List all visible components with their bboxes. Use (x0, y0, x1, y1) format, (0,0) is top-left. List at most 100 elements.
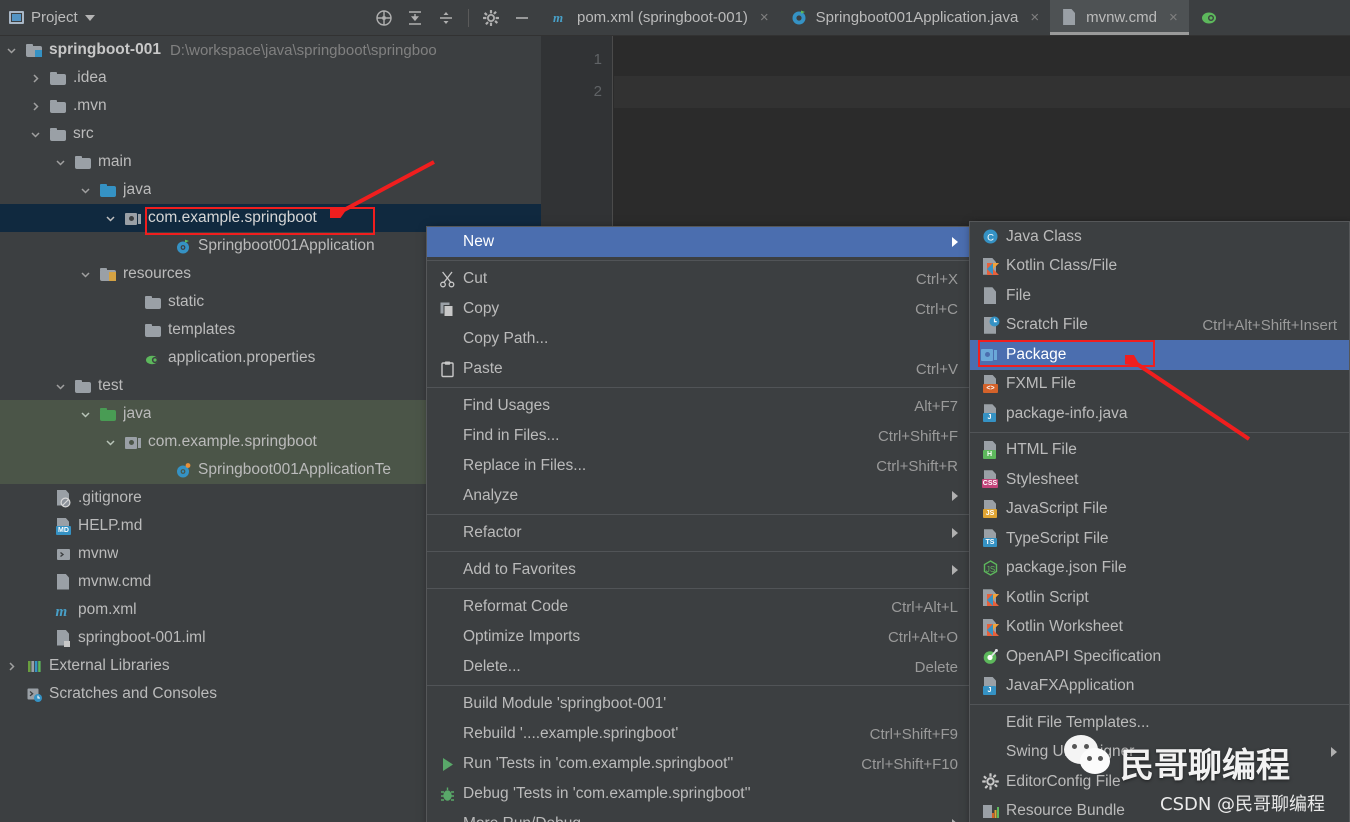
chevron-down-icon[interactable] (6, 45, 17, 56)
submenu-item-package[interactable]: Package (970, 340, 1349, 370)
menu-item-replace-in-files[interactable]: Replace in Files... Ctrl+Shift+R (427, 451, 970, 481)
chevron-down-icon[interactable] (55, 381, 66, 392)
submenu-item-label: package.json File (1006, 559, 1127, 577)
collapse-all-icon[interactable] (437, 9, 455, 27)
folder-icon (75, 154, 92, 171)
submenu-item-openapi-specification[interactable]: OpenAPI Specification (970, 642, 1349, 672)
expand-all-icon[interactable] (406, 9, 424, 27)
nodejs-icon: JS (983, 559, 998, 576)
tree-row-main[interactable]: main (0, 148, 541, 176)
submenu-item-html-file[interactable]: H HTML File (970, 436, 1349, 466)
tree-row-label: src (73, 125, 94, 142)
menu-item-refactor[interactable]: Refactor (427, 518, 970, 548)
spring-properties-icon (145, 350, 162, 367)
context-menu[interactable]: New Cut Ctrl+X Copy Ctrl+C Copy Path... (426, 226, 971, 822)
submenu-item-edit-file-templates[interactable]: Edit File Templates... (970, 708, 1349, 738)
menu-item-optimize-imports[interactable]: Optimize Imports Ctrl+Alt+O (427, 622, 970, 652)
chevron-down-icon[interactable] (30, 129, 41, 140)
menu-item-reformat-code[interactable]: Reformat Code Ctrl+Alt+L (427, 592, 970, 622)
submenu-item-javafxapplication[interactable]: J JavaFXApplication (970, 672, 1349, 702)
menu-separator (427, 387, 970, 388)
submenu-item-kotlin-class-file[interactable]: Kotlin Class/File (970, 252, 1349, 282)
menu-item-delete[interactable]: Delete... Delete (427, 652, 970, 682)
submenu-item-javascript-file[interactable]: JS JavaScript File (970, 495, 1349, 525)
submenu-item-stylesheet[interactable]: CSS Stylesheet (970, 465, 1349, 495)
menu-item-copy[interactable]: Copy Ctrl+C (427, 294, 970, 324)
chevron-right-icon[interactable] (30, 73, 41, 84)
project-toolwindow-title[interactable]: Project (0, 9, 95, 26)
code-line[interactable] (614, 44, 1350, 76)
submenu-item-swing-ui-designer[interactable]: Swing UI Designer (970, 738, 1349, 768)
menu-item-label: Copy Path... (463, 330, 549, 347)
tree-row-java-source[interactable]: java (0, 176, 541, 204)
submenu-item-fxml-file[interactable]: <> FXML File (970, 370, 1349, 400)
submenu-item-kotlin-worksheet[interactable]: Kotlin Worksheet (970, 613, 1349, 643)
close-icon[interactable]: × (760, 9, 769, 26)
submenu-item-package-info-java[interactable]: J package-info.java (970, 399, 1349, 429)
tree-row-module-root[interactable]: springboot-001 D:\workspace\java\springb… (0, 36, 541, 64)
tree-row-label: mvnw (78, 545, 119, 562)
menu-item-find-in-files[interactable]: Find in Files... Ctrl+Shift+F (427, 421, 970, 451)
menu-item-label: Rebuild '....example.springboot' (463, 725, 679, 742)
submenu-item-typescript-file[interactable]: TS TypeScript File (970, 524, 1349, 554)
submenu-item-file[interactable]: File (970, 281, 1349, 311)
chevron-right-icon[interactable] (30, 101, 41, 112)
menu-item-add-to-favorites[interactable]: Add to Favorites (427, 555, 970, 585)
close-icon[interactable]: × (1030, 9, 1039, 26)
chevron-down-icon[interactable] (80, 185, 91, 196)
folder-icon (145, 322, 162, 339)
submenu-item-label: JavaFXApplication (1006, 677, 1135, 695)
submenu-item-package-json-file[interactable]: JS package.json File (970, 554, 1349, 584)
folder-icon (50, 70, 67, 87)
locate-icon[interactable] (375, 9, 393, 27)
java-file-icon: J (981, 676, 1000, 696)
chevron-right-icon[interactable] (6, 661, 17, 672)
settings-gear-icon[interactable] (482, 9, 500, 27)
chevron-down-icon[interactable] (84, 14, 95, 21)
editor-tab-pom-xml[interactable]: m pom.xml (springboot-001) × (541, 0, 780, 35)
editor-tab-mvnw-cmd[interactable]: mvnw.cmd × (1050, 0, 1189, 35)
menu-item-label: Refactor (463, 524, 522, 541)
submenu-item-resource-bundle[interactable]: Resource Bundle (970, 797, 1349, 822)
tree-row-label: HELP.md (78, 517, 143, 534)
menu-item-analyze[interactable]: Analyze (427, 481, 970, 511)
close-icon[interactable]: × (1169, 9, 1178, 26)
menu-item-cut[interactable]: Cut Ctrl+X (427, 264, 970, 294)
new-submenu[interactable]: C Java Class Kotlin Class/File File Scra… (969, 221, 1350, 822)
submenu-item-java-class[interactable]: C Java Class (970, 222, 1349, 252)
menu-item-shortcut: Ctrl+Shift+F10 (861, 755, 958, 773)
menu-item-rebuild[interactable]: Rebuild '....example.springboot' Ctrl+Sh… (427, 719, 970, 749)
submenu-item-label: Resource Bundle (1006, 802, 1125, 820)
tree-row-label: .idea (73, 69, 107, 86)
code-line[interactable] (614, 76, 1350, 108)
debug-icon (441, 787, 454, 801)
chevron-down-icon[interactable] (105, 213, 116, 224)
menu-item-label: Reformat Code (463, 598, 569, 615)
menu-item-run-tests[interactable]: Run 'Tests in 'com.example.springboot'' … (427, 749, 970, 779)
chevron-down-icon[interactable] (55, 157, 66, 168)
submenu-item-kotlin-script[interactable]: Kotlin Script (970, 583, 1349, 613)
tree-row-mvn[interactable]: .mvn (0, 92, 541, 120)
submenu-item-editorconfig-file[interactable]: EditorConfig File (970, 767, 1349, 797)
submenu-item-scratch-file[interactable]: Scratch File Ctrl+Alt+Shift+Insert (970, 311, 1349, 341)
package-icon (981, 345, 1000, 364)
empty-icon (438, 457, 457, 476)
menu-item-copy-path[interactable]: Copy Path... (427, 324, 970, 354)
tree-row-label: .gitignore (78, 489, 142, 506)
tree-row-src[interactable]: src (0, 120, 541, 148)
editor-tab-application-properties[interactable] (1189, 0, 1236, 35)
menu-item-build-module[interactable]: Build Module 'springboot-001' (427, 689, 970, 719)
menu-item-find-usages[interactable]: Find Usages Alt+F7 (427, 391, 970, 421)
chevron-down-icon[interactable] (80, 409, 91, 420)
hide-icon[interactable] (513, 9, 531, 27)
menu-item-new[interactable]: New (427, 227, 970, 257)
tree-row-idea[interactable]: .idea (0, 64, 541, 92)
kotlin-icon (981, 257, 1000, 276)
editor-tab-springboot001application[interactable]: Springboot001Application.java × (780, 0, 1050, 35)
menu-item-paste[interactable]: Paste Ctrl+V (427, 354, 970, 384)
menu-item-debug-tests[interactable]: Debug 'Tests in 'com.example.springboot'… (427, 779, 970, 809)
chevron-down-icon[interactable] (105, 437, 116, 448)
chevron-down-icon[interactable] (80, 269, 91, 280)
menu-item-more-run-debug[interactable]: More Run/Debug (427, 809, 970, 822)
libraries-icon (26, 658, 43, 675)
